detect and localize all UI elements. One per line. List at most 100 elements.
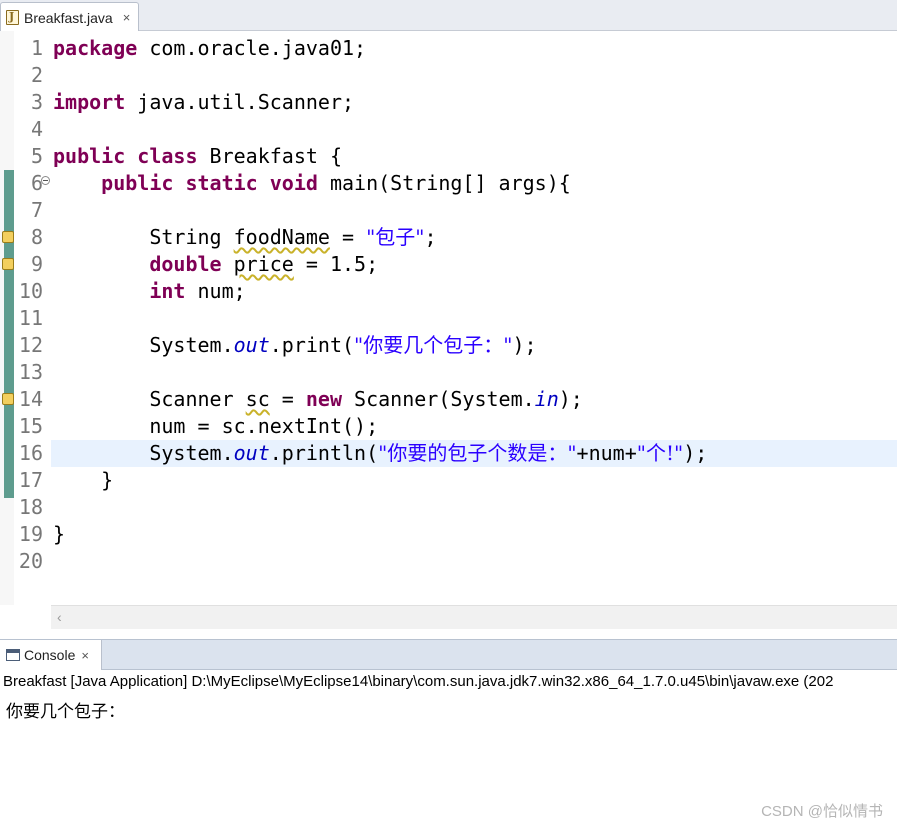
code-line: String foodName = "包子";	[51, 224, 897, 251]
code-line: package com.oracle.java01;	[51, 35, 897, 62]
java-file-icon	[6, 10, 19, 25]
line-number: 10	[18, 279, 43, 303]
warning-icon[interactable]	[2, 231, 14, 243]
code-editor[interactable]: 1 2 3 4 5 6 7 8 9 10 11 12 13 14 15 16 1…	[0, 31, 897, 629]
code-line: }	[51, 467, 897, 494]
keyword: package	[53, 36, 138, 60]
code-line: public class Breakfast {	[51, 143, 897, 170]
code-text-span: ;	[424, 225, 437, 249]
line-number: 9	[30, 252, 43, 276]
code-text-span: java.util.Scanner;	[125, 90, 355, 114]
line-number: 20	[18, 549, 43, 573]
code-line: public static void main(String[] args){	[51, 170, 897, 197]
code-text-span: num = sc.nextInt();	[53, 414, 379, 438]
code-text-span: =	[329, 225, 367, 249]
code-text-span: String	[53, 225, 234, 249]
warning-icon[interactable]	[2, 393, 14, 405]
code-text-span: num;	[185, 279, 246, 303]
launch-description: Breakfast [Java Application] D:\MyEclips…	[3, 673, 834, 690]
code-line: }	[51, 521, 897, 548]
line-number: 13	[18, 360, 43, 384]
code-text-span: Breakfast {	[197, 144, 342, 168]
code-text-span: );	[512, 333, 537, 357]
code-text-span: main(String[] args){	[317, 171, 571, 195]
code-text[interactable]: package com.oracle.java01; import java.u…	[51, 35, 897, 575]
variable-with-warning: price	[233, 252, 294, 276]
code-line: int num;	[51, 278, 897, 305]
editor-tab-label: Breakfast.java	[24, 9, 113, 26]
keyword: double	[149, 252, 222, 276]
static-field: out	[233, 333, 270, 357]
code-text-span: com.oracle.java01;	[137, 36, 367, 60]
line-number-ruler: 1 2 3 4 5 6 7 8 9 10 11 12 13 14 15 16 1…	[14, 35, 50, 575]
code-line: import java.util.Scanner;	[51, 89, 897, 116]
code-text-span: Scanner	[53, 387, 246, 411]
code-text-span: .println(	[269, 441, 379, 465]
string-literal: "你要几个包子："	[354, 333, 513, 357]
quick-diff-change-bar	[4, 170, 14, 498]
line-number: 19	[18, 522, 43, 546]
code-line: double price = 1.5;	[51, 251, 897, 278]
line-number: 2	[30, 63, 43, 87]
collapse-icon[interactable]	[41, 176, 50, 185]
current-code-line: System.out.println("你要的包子个数是："+num+"个!")…	[51, 440, 897, 467]
code-text-span: );	[558, 387, 583, 411]
static-field: in	[534, 387, 559, 411]
warning-icon[interactable]	[2, 258, 14, 270]
editor-tab-breakfast-java[interactable]: Breakfast.java ×	[0, 2, 139, 32]
line-number: 15	[18, 414, 43, 438]
code-line: System.out.print("你要几个包子：");	[51, 332, 897, 359]
console-output-text: 你要几个包子：	[6, 702, 125, 722]
keyword: import	[53, 90, 126, 114]
horizontal-scrollbar[interactable]: ‹	[51, 605, 897, 629]
editor-tab-bar: Breakfast.java ×	[0, 0, 897, 32]
variable-with-warning: foodName	[233, 225, 330, 249]
keyword: int	[149, 279, 186, 303]
line-number: 16	[18, 441, 43, 465]
line-number: 6	[30, 171, 43, 195]
code-line: Scanner sc = new Scanner(System.in);	[51, 386, 897, 413]
console-tab-bar: Console ×	[0, 639, 897, 670]
string-literal: "你要的包子个数是："	[378, 441, 577, 465]
console-tab[interactable]: Console ×	[0, 640, 102, 670]
code-text-span: System.	[53, 333, 234, 357]
code-text-span: Scanner(System.	[342, 387, 535, 411]
code-text-span	[222, 252, 234, 276]
code-text-span: }	[53, 468, 114, 492]
line-number: 12	[18, 333, 43, 357]
line-number: 18	[18, 495, 43, 519]
close-icon[interactable]: ×	[81, 648, 89, 663]
console-icon	[6, 649, 20, 661]
line-number: 3	[30, 90, 43, 114]
code-text-span: }	[53, 522, 66, 546]
keyword: public static void	[101, 171, 318, 195]
code-text-span: = 1.5;	[293, 252, 379, 276]
keyword: new	[305, 387, 342, 411]
line-number: 4	[30, 117, 43, 141]
line-number: 14	[18, 387, 43, 411]
line-number: 5	[30, 144, 43, 168]
close-icon[interactable]: ×	[123, 10, 131, 25]
line-number: 8	[30, 225, 43, 249]
code-text-span: +num+	[576, 441, 637, 465]
console-tab-label: Console	[24, 647, 76, 663]
line-number: 7	[30, 198, 43, 222]
line-number: 1	[30, 36, 43, 60]
console-output-area[interactable]: Breakfast [Java Application] D:\MyEclips…	[0, 670, 897, 829]
scroll-left-arrow-icon[interactable]: ‹	[57, 609, 62, 625]
variable-with-warning: sc	[245, 387, 270, 411]
string-literal: "包子"	[366, 225, 425, 249]
static-field: out	[233, 441, 270, 465]
code-text-span: .print(	[269, 333, 355, 357]
string-literal: "个!"	[636, 441, 684, 465]
line-number: 11	[18, 306, 43, 330]
